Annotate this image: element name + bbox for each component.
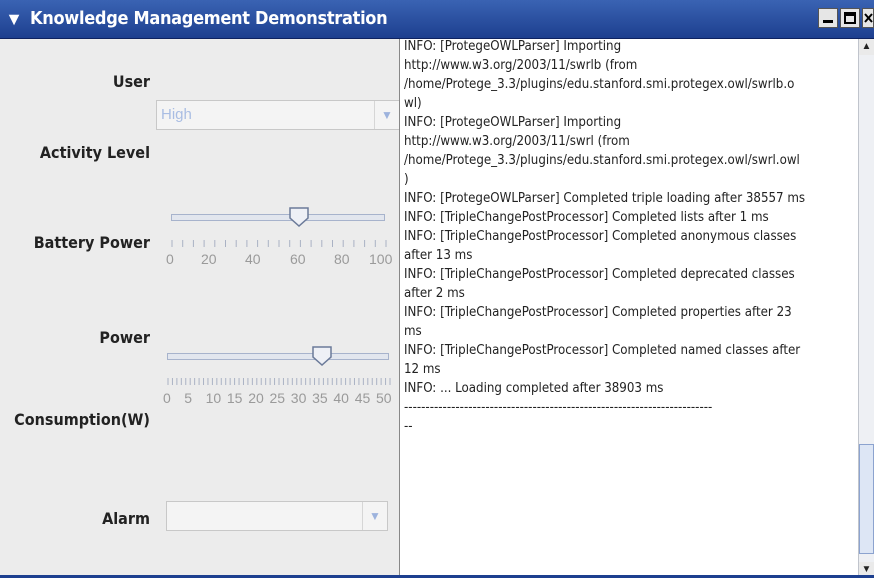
log-line: after 13 ms xyxy=(404,248,473,263)
battery-tick-label: 100 xyxy=(369,251,393,267)
power-tick-label: 30 xyxy=(290,390,307,406)
power-tick-label: 40 xyxy=(333,390,349,406)
log-line: INFO: [ProtegeOWLParser] Completed tripl… xyxy=(404,191,806,206)
log-line: ms xyxy=(404,324,422,339)
log-line: INFO: [ProtegeOWLParser] Importing xyxy=(404,115,622,130)
battery-power-label: Battery Power xyxy=(33,233,150,252)
log-line: INFO: ... Loading completed after 38903 … xyxy=(404,381,664,396)
log-line: INFO: [TripleChangePostProcessor] Comple… xyxy=(404,229,797,244)
battery-tick-label: 60 xyxy=(290,251,306,267)
power-slider-track[interactable] xyxy=(167,353,389,360)
log-line: INFO: [TripleChangePostProcessor] Comple… xyxy=(404,210,769,225)
power-tick-label: 45 xyxy=(354,390,371,406)
control-panel: User High ▼ Activity Level Battery Power… xyxy=(0,39,400,578)
scrollbar-thumb[interactable] xyxy=(859,444,874,554)
title-bar[interactable]: ▼ Knowledge Management Demonstration xyxy=(0,0,874,39)
power-tick-label: 50 xyxy=(376,390,392,406)
log-line: INFO: [TripleChangePostProcessor] Comple… xyxy=(404,267,795,282)
alarm-select[interactable]: ▼ xyxy=(166,501,388,531)
power-slider-thumb[interactable] xyxy=(311,345,333,367)
activity-level-label: Activity Level xyxy=(39,143,150,162)
battery-slider-track[interactable] xyxy=(171,214,385,221)
maximize-icon[interactable] xyxy=(840,8,860,28)
consumption-label: Consumption(W) xyxy=(14,410,150,429)
power-tick-label: 20 xyxy=(248,390,264,406)
minimize-icon[interactable] xyxy=(818,8,838,28)
power-label: Power xyxy=(99,328,150,347)
log-line: ) xyxy=(404,172,409,187)
battery-tick-label: 80 xyxy=(334,251,350,267)
log-line: /home/Protege_3.3/plugins/edu.stanford.s… xyxy=(404,153,800,168)
battery-tick-label: 0 xyxy=(166,251,174,267)
battery-tick-label: 20 xyxy=(201,251,217,267)
log-line: INFO: [ProtegeOWLParser] Importing xyxy=(404,39,622,54)
chevron-down-icon[interactable]: ▼ xyxy=(374,101,399,129)
log-text-area[interactable]: INFO: [ProtegeOWLParser] Importing http:/… xyxy=(404,37,858,572)
chevron-down-icon[interactable]: ▼ xyxy=(4,9,24,29)
log-panel[interactable]: INFO: [ProtegeOWLParser] Importing http:/… xyxy=(399,39,874,578)
activity-level-select[interactable]: High ▼ xyxy=(156,100,400,130)
power-tick-label: 5 xyxy=(184,390,193,406)
battery-slider-thumb[interactable] xyxy=(288,206,310,228)
scroll-up-icon[interactable]: ▲ xyxy=(859,39,874,55)
power-tick-label: 15 xyxy=(226,390,243,406)
log-line: INFO: [TripleChangePostProcessor] Comple… xyxy=(404,305,792,320)
window-title: Knowledge Management Demonstration xyxy=(30,8,388,29)
log-line: -- xyxy=(404,419,413,434)
user-label: User xyxy=(112,72,150,91)
power-tick-label: 10 xyxy=(205,390,222,406)
power-tick-label: 0 xyxy=(163,390,171,406)
log-line: after 2 ms xyxy=(404,286,465,301)
close-icon[interactable] xyxy=(862,8,874,28)
power-tick-label: 25 xyxy=(269,390,286,406)
activity-level-value: High xyxy=(161,106,192,123)
vertical-scrollbar[interactable]: ▲ ▼ xyxy=(858,39,874,578)
alarm-label: Alarm xyxy=(102,509,150,528)
log-line: http://www.w3.org/2003/11/swrl (from xyxy=(404,134,630,149)
log-line: http://www.w3.org/2003/11/swrlb (from xyxy=(404,58,638,73)
power-tick-label: 35 xyxy=(312,390,328,406)
app-window: ▼ Knowledge Management Demonstration Use… xyxy=(0,0,874,578)
log-line: ----------------------------------------… xyxy=(404,400,713,415)
log-line: INFO: [TripleChangePostProcessor] Comple… xyxy=(404,343,801,358)
log-line: wl) xyxy=(404,96,422,111)
battery-slider-ticks xyxy=(171,240,387,247)
chevron-down-icon[interactable]: ▼ xyxy=(362,502,387,530)
log-line: /home/Protege_3.3/plugins/edu.stanford.s… xyxy=(404,77,795,92)
battery-tick-label: 40 xyxy=(245,251,261,267)
log-line: 12 ms xyxy=(404,362,441,377)
power-slider-ticks xyxy=(167,378,391,385)
